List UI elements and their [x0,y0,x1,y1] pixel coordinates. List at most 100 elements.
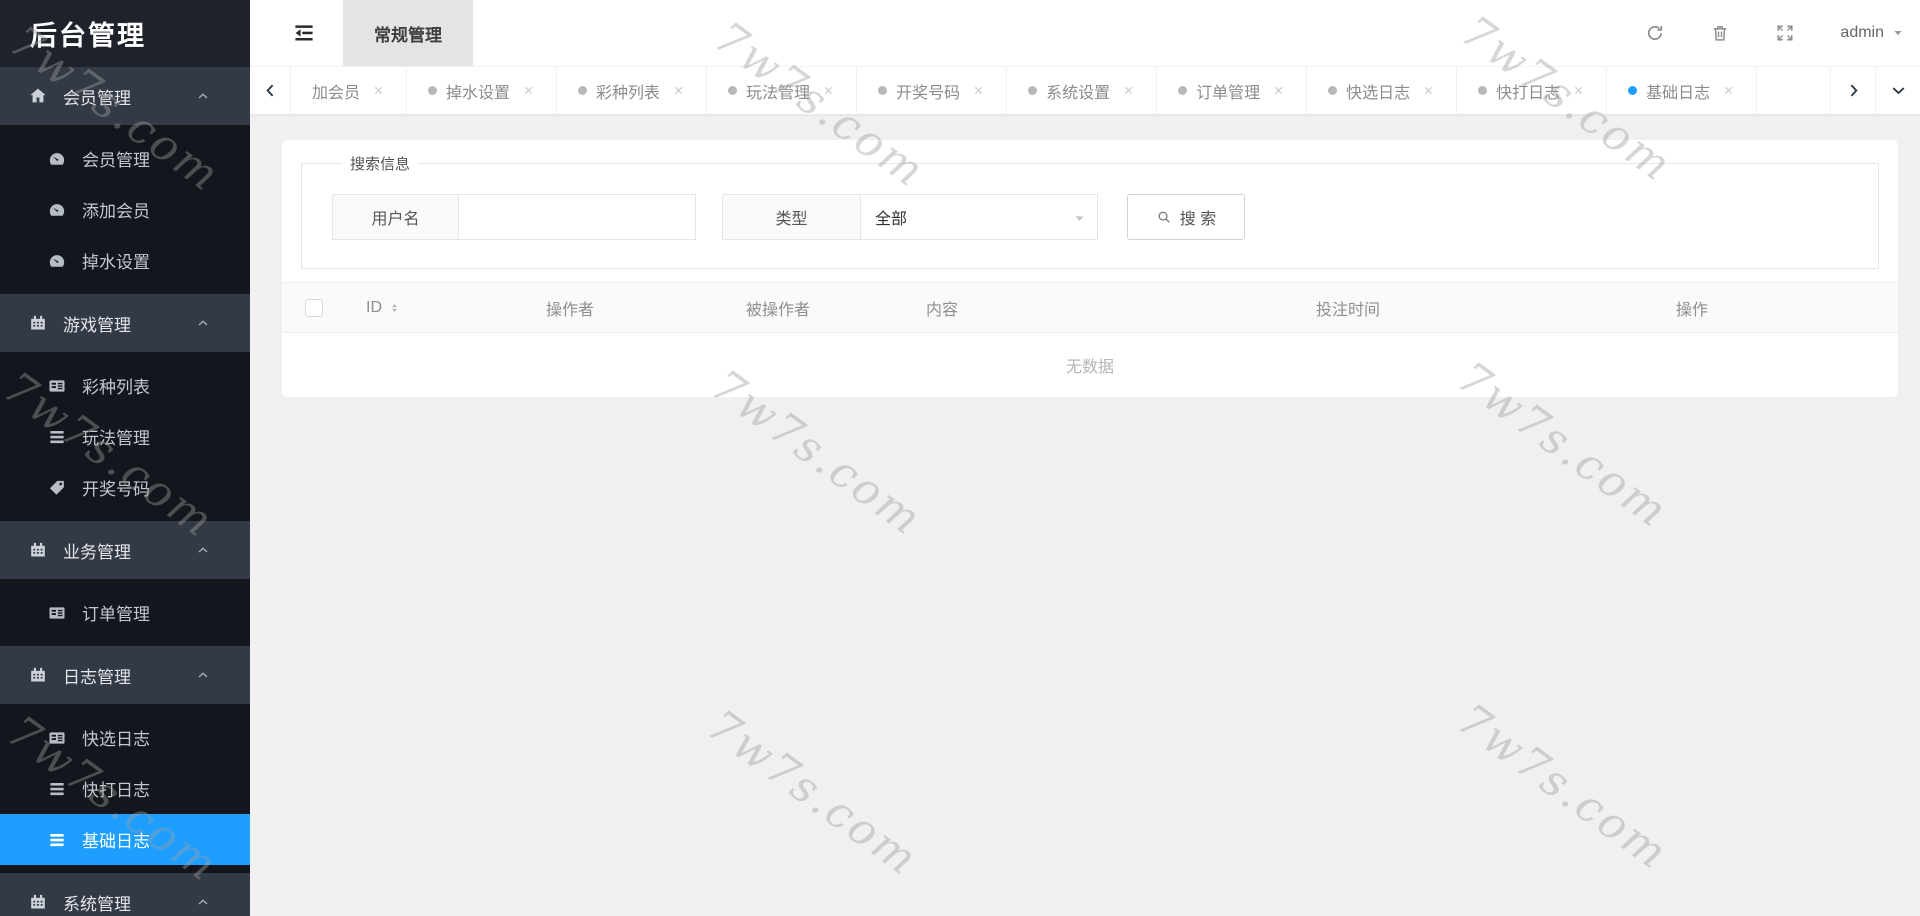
tab-label: 快打日志 [1496,84,1561,102]
sidebar-parent-日志管理[interactable]: 日志管理 [0,646,250,704]
calendar-icon [28,892,48,912]
tab-label: 基础日志 [1646,84,1711,102]
sidebar: 后台管理 会员管理 会员管理 添加会员 掉水设置 游戏管理 彩种列表 玩法管理 开奖号码 业务管… [0,0,250,916]
sidebar-item-基础日志[interactable]: 基础日志 [0,814,250,865]
sidebar-parent-会员管理[interactable]: 会员管理 [0,67,250,125]
tabs-scroll-right-button[interactable] [1830,67,1875,114]
close-icon[interactable] [1722,84,1735,97]
admin-username: admin [1840,24,1884,41]
select-all-checkbox[interactable] [305,298,323,317]
tab-label: 加会员 [312,84,361,102]
sidebar-item-label: 快打日志 [82,781,150,800]
main-column: 常规管理 admin 加会员 掉水设置 彩种列表 玩法管理 开奖号码 系统设置 订单管理 快选… [250,0,1920,916]
sidebar-item-label: 开奖号码 [82,480,150,499]
sidebar-parent-业务管理[interactable]: 业务管理 [0,521,250,579]
page-tab-快打日志[interactable]: 快打日志 [1457,67,1608,114]
tab-status-dot [1028,86,1038,95]
sidebar-parent-游戏管理[interactable]: 游戏管理 [0,294,250,352]
sidebar-item-会员管理[interactable]: 会员管理 [0,133,250,184]
close-icon[interactable] [372,84,385,97]
page-tab-订单管理[interactable]: 订单管理 [1157,67,1308,114]
sidebar-item-label: 掉水设置 [82,253,150,272]
chevron-right-icon [1845,82,1862,99]
sidebar-submenu-group: 会员管理 添加会员掉水设置 [0,125,250,294]
close-icon[interactable] [522,84,535,97]
app-root: 后台管理 会员管理 会员管理 添加会员 掉水设置 游戏管理 彩种列表 玩法管理 开奖号码 业务管… [0,0,1920,916]
username-input[interactable] [458,194,696,240]
sidebar-submenu-group: 彩种列表玩法管理开奖号码 [0,352,250,521]
page-tab-快选日志[interactable]: 快选日志 [1307,67,1458,114]
chevron-left-icon [262,82,279,99]
sidebar-item-快选日志[interactable]: 快选日志 [0,712,250,763]
type-field-group: 类型 全部 [722,194,1098,240]
chevron-up-icon [195,542,211,558]
list-icon [47,376,67,396]
fullscreen-icon[interactable] [1775,23,1795,43]
search-icon [1156,209,1172,225]
sidebar-item-玩法管理[interactable]: 玩法管理 [0,411,250,462]
bars-icon [47,427,67,447]
close-icon[interactable] [672,84,685,97]
tabs-scroll-left-button[interactable] [250,67,291,114]
column-label: 投注时间 [1316,301,1381,319]
table-header-操作者: 操作者 [522,296,722,320]
sidebar-submenu-group: 快选日志快打日志基础日志 [0,704,250,873]
table-header-投注时间: 投注时间 [1292,296,1652,320]
close-icon[interactable] [1122,84,1135,97]
tab-status-dot [428,86,438,95]
table-header-checkbox-cell [282,298,342,317]
caret-down-icon [1073,212,1086,225]
page-tab-系统设置[interactable]: 系统设置 [1007,67,1158,114]
column-label: 操作 [1676,301,1709,319]
close-icon[interactable] [1422,84,1435,97]
sidebar-parent-label: 会员管理 [63,88,131,108]
sidebar-item-label: 玩法管理 [82,429,150,448]
tab-label: 开奖号码 [896,84,961,102]
admin-user-menu[interactable]: admin [1840,24,1904,42]
sidebar-item-掉水设置[interactable]: 掉水设置 [0,235,250,286]
gauge-icon [47,200,67,220]
close-icon[interactable] [972,84,985,97]
page-tab-基础日志[interactable]: 基础日志 [1607,67,1758,114]
tab-status-dot [578,86,588,95]
content-area: 搜索信息 用户名 类型 全部 搜 索 ID 操作者 被操作者 内容 投注时间 操… [250,115,1920,916]
list-icon [47,603,67,623]
tab-label: 玩法管理 [746,84,811,102]
page-tab-掉水设置[interactable]: 掉水设置 [407,67,558,114]
gauge-icon [47,149,67,169]
sidebar-item-订单管理[interactable]: 订单管理 [0,587,250,638]
tabs-menu-button[interactable] [1875,67,1920,114]
sidebar-item-开奖号码[interactable]: 开奖号码 [0,462,250,513]
tab-status-dot [728,86,738,95]
sidebar-item-彩种列表[interactable]: 彩种列表 [0,360,250,411]
table-header-被操作者: 被操作者 [722,296,902,320]
topnav-tab-general[interactable]: 常规管理 [343,0,473,66]
tag-icon [47,478,67,498]
log-table: ID 操作者 被操作者 内容 投注时间 操作 无数据 [282,282,1898,397]
search-button[interactable]: 搜 索 [1127,194,1245,240]
home-icon [28,86,48,106]
trash-icon[interactable] [1710,23,1730,43]
sidebar-parent-系统管理[interactable]: 系统管理 [0,873,250,916]
page-tab-开奖号码[interactable]: 开奖号码 [857,67,1008,114]
type-label: 类型 [722,194,861,240]
sidebar-item-添加会员[interactable]: 添加会员 [0,184,250,235]
table-header-ID: ID [342,299,522,317]
page-tab-彩种列表[interactable]: 彩种列表 [557,67,708,114]
sidebar-item-快打日志[interactable]: 快打日志 [0,763,250,814]
list-icon [47,728,67,748]
tab-label: 快选日志 [1346,84,1411,102]
refresh-icon[interactable] [1645,23,1665,43]
collapse-sidebar-icon[interactable] [292,21,316,45]
page-tab-加会员[interactable]: 加会员 [291,67,408,114]
tab-status-dot [1478,86,1488,95]
type-select[interactable]: 全部 [860,194,1098,240]
header-actions: admin [1645,23,1920,43]
close-icon[interactable] [1572,84,1585,97]
sort-icon[interactable] [389,300,400,316]
page-tab-玩法管理[interactable]: 玩法管理 [707,67,858,114]
column-label: 被操作者 [746,301,811,319]
close-icon[interactable] [1272,84,1285,97]
close-icon[interactable] [822,84,835,97]
sidebar-parent-label: 游戏管理 [63,315,131,335]
